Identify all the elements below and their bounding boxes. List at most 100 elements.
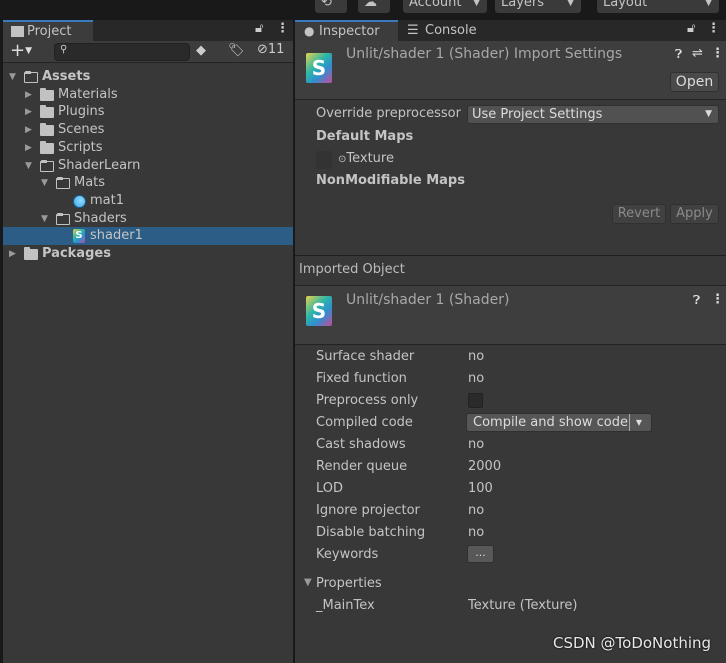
more-icon[interactable]: ⋮ bbox=[711, 292, 724, 307]
expand-triangle-icon[interactable]: ▼ bbox=[41, 174, 48, 192]
chevron-down-icon: ▼ bbox=[705, 0, 712, 8]
property-label: LOD bbox=[316, 481, 344, 496]
cloud-button[interactable]: ☁ bbox=[358, 0, 390, 13]
tree-item-label: mat1 bbox=[90, 192, 124, 208]
help-icon[interactable]: ❓︎ bbox=[693, 293, 700, 308]
tree-item[interactable]: ▼ ShaderLearn bbox=[3, 157, 293, 175]
property-value: no bbox=[468, 525, 485, 540]
expand-triangle-icon[interactable]: ▼ bbox=[304, 577, 312, 588]
tree-item-label: Scenes bbox=[58, 122, 105, 138]
override-preprocessor-dropdown[interactable]: Use Project Settings ▼ bbox=[467, 105, 719, 124]
property-value: 100 bbox=[468, 481, 493, 496]
tree-item[interactable]: ▼ Mats bbox=[3, 174, 293, 192]
filter-by-type-icon[interactable]: ◆ bbox=[196, 43, 206, 58]
collab-icon: ⟲ bbox=[321, 0, 332, 10]
shader-header: S Unlit/shader 1 (Shader) ❓︎ ⋮ bbox=[295, 285, 726, 345]
folder-icon bbox=[40, 140, 54, 154]
inspector-panel: ● Inspector ☰ Console 🔓︎ ⋮ S Unlit/shade… bbox=[295, 20, 726, 663]
property-row: Render queue 2000 bbox=[295, 458, 726, 476]
expand-triangle-icon[interactable]: ▼ bbox=[9, 68, 16, 86]
maintex-value: Texture (Texture) bbox=[468, 598, 578, 613]
chevron-down-icon[interactable]: ▼ bbox=[628, 414, 642, 431]
account-dropdown[interactable]: Account ▼ bbox=[403, 0, 487, 13]
property-label: Preprocess only bbox=[316, 393, 419, 408]
create-button[interactable]: +▼ bbox=[10, 40, 32, 61]
tab-inspector[interactable]: ● Inspector bbox=[295, 20, 398, 41]
texture-field[interactable]: ⊙Texture bbox=[338, 151, 394, 166]
tree-item[interactable]: mat1 bbox=[3, 192, 293, 210]
chevron-down-icon: ▼ bbox=[473, 0, 480, 8]
layout-label: Layout bbox=[603, 0, 648, 10]
collapse-triangle-icon[interactable]: ▶ bbox=[25, 121, 32, 139]
cloud-icon: ☁ bbox=[364, 0, 377, 10]
tree-item[interactable]: ▶ Plugins bbox=[3, 103, 293, 121]
imported-object-label: Imported Object bbox=[299, 262, 405, 277]
revert-button[interactable]: Revert bbox=[612, 204, 666, 224]
tab-label: Project bbox=[27, 24, 72, 39]
collab-button[interactable]: ⟲ bbox=[315, 0, 347, 13]
tab-label: Inspector bbox=[319, 24, 380, 39]
tree-item-label: Scripts bbox=[58, 139, 103, 155]
texture-slot[interactable] bbox=[316, 151, 332, 169]
nonmodifiable-maps-heading: NonModifiable Maps bbox=[316, 173, 465, 188]
more-icon[interactable]: ⋮ bbox=[276, 21, 289, 36]
layout-dropdown[interactable]: Layout ▼ bbox=[597, 0, 719, 13]
shader-title: Unlit/shader 1 (Shader) bbox=[346, 292, 510, 308]
lock-icon[interactable]: 🔓︎ bbox=[255, 21, 263, 36]
chevron-down-icon: ▼ bbox=[567, 0, 574, 8]
tab-console[interactable]: ☰ Console bbox=[401, 20, 491, 41]
property-row: LOD 100 bbox=[295, 480, 726, 498]
tree-item[interactable]: Sshader1 bbox=[3, 227, 293, 246]
open-button[interactable]: Open bbox=[670, 72, 719, 92]
chevron-down-icon: ▼ bbox=[705, 109, 712, 119]
help-icon[interactable]: ❓︎ bbox=[675, 47, 682, 62]
search-input[interactable]: ⚲ bbox=[54, 43, 190, 61]
keywords-button[interactable]: ... bbox=[467, 545, 494, 563]
console-icon: ☰ bbox=[407, 23, 419, 38]
tree-item-label: Plugins bbox=[58, 104, 105, 120]
tree-item[interactable]: ▼ Assets bbox=[3, 68, 293, 86]
tree-item[interactable]: ▼ Shaders bbox=[3, 210, 293, 228]
more-icon[interactable]: ⋮ bbox=[707, 21, 720, 36]
layers-dropdown[interactable]: Layers ▼ bbox=[495, 0, 581, 13]
tree-item[interactable]: ▶ Scenes bbox=[3, 121, 293, 139]
dropdown-value: Use Project Settings bbox=[472, 107, 603, 122]
material-icon bbox=[73, 194, 86, 208]
info-icon: ● bbox=[304, 24, 315, 38]
property-label: Render queue bbox=[316, 459, 408, 474]
tab-project[interactable]: Project bbox=[3, 20, 93, 41]
collapse-triangle-icon[interactable]: ▶ bbox=[25, 103, 32, 121]
texture-label: Texture bbox=[346, 151, 394, 166]
property-label: Fixed function bbox=[316, 371, 407, 386]
preprocess-only-checkbox[interactable] bbox=[468, 393, 483, 408]
property-row: Compiled code Compile and show code ▼ bbox=[295, 413, 726, 432]
inspector-tabbar: ● Inspector ☰ Console 🔓︎ ⋮ bbox=[295, 20, 726, 41]
tree-item-label: ShaderLearn bbox=[58, 157, 141, 173]
account-label: Account bbox=[409, 0, 462, 10]
collapse-triangle-icon[interactable]: ▶ bbox=[9, 245, 16, 263]
property-label: Compiled code bbox=[316, 415, 413, 430]
tab-label: Console bbox=[425, 23, 477, 38]
tree-item[interactable]: ▶ Materials bbox=[3, 86, 293, 104]
filter-by-label-icon[interactable]: 🏷︎ bbox=[228, 43, 245, 58]
tree-item[interactable]: ▶ Scripts bbox=[3, 139, 293, 157]
compiled-code-dropdown[interactable]: Compile and show code ▼ bbox=[466, 413, 652, 432]
shader-icon: S bbox=[73, 229, 85, 244]
properties-foldout[interactable]: Properties bbox=[316, 576, 382, 591]
folder-icon bbox=[11, 26, 24, 37]
apply-button[interactable]: Apply bbox=[670, 204, 719, 224]
layers-label: Layers bbox=[501, 0, 545, 10]
collapse-triangle-icon[interactable]: ▶ bbox=[25, 86, 32, 104]
tree-item[interactable]: ▶ Packages bbox=[3, 245, 293, 263]
lock-icon[interactable]: 🔓︎ bbox=[687, 21, 695, 36]
more-icon[interactable]: ⋮ bbox=[711, 46, 724, 61]
hidden-packages-button[interactable]: ⊘11 bbox=[257, 42, 284, 57]
property-label: Ignore projector bbox=[316, 503, 420, 518]
folder-open-icon bbox=[24, 71, 38, 83]
folder-icon bbox=[40, 87, 54, 101]
presets-icon[interactable]: ⇌ bbox=[692, 46, 703, 61]
dropdown-value: Compile and show code bbox=[473, 415, 628, 430]
expand-triangle-icon[interactable]: ▼ bbox=[41, 210, 48, 228]
expand-triangle-icon[interactable]: ▼ bbox=[25, 157, 32, 175]
collapse-triangle-icon[interactable]: ▶ bbox=[25, 139, 32, 157]
